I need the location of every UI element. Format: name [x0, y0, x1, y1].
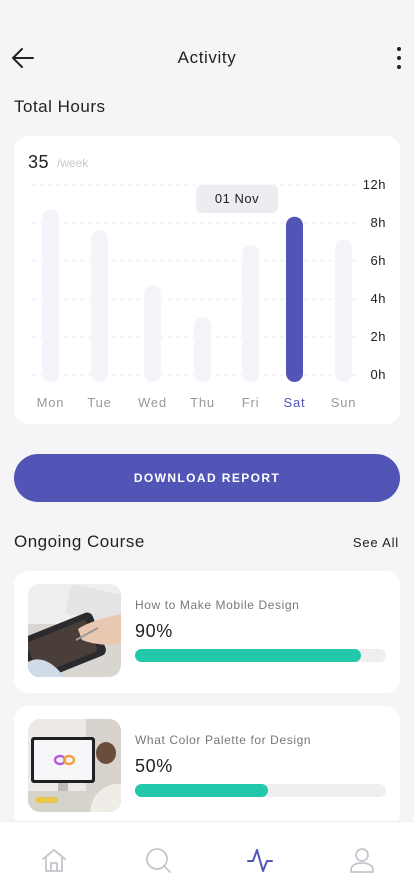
chart-bar — [194, 317, 211, 382]
total-hours-heading: Total Hours — [14, 97, 106, 116]
more-options-button[interactable] — [392, 44, 406, 72]
x-tick-label: Sat — [284, 395, 306, 410]
y-tick-label: 12h — [363, 177, 386, 192]
home-icon — [42, 849, 66, 872]
activity-screen: Activity Total Hours 35 /week Mon Tue Wed T… — [0, 0, 414, 896]
course-progress-percent: 50% — [135, 756, 173, 776]
x-tick-label: Tue — [87, 395, 111, 410]
hours-bar-chart: Mon Tue Wed Thu Fri Sat Sun 0h 2h 4h 6h 8h 12h — [32, 177, 386, 410]
chart-bar — [144, 285, 161, 382]
chart-bar — [335, 239, 352, 382]
hours-chart-card: 35 /week Mon Tue Wed Thu Fri Sat Sun 0h 2h 4h 6h 8h… — [14, 136, 400, 424]
chart-tooltip: 01 Nov — [196, 185, 278, 213]
course-thumbnail-monitor — [28, 719, 121, 812]
x-tick-label: Thu — [190, 395, 215, 410]
chart-bar — [242, 245, 259, 382]
chart-bar — [286, 216, 303, 382]
x-tick-label: Sun — [331, 395, 357, 410]
course-card[interactable]: What Color Palette for Design 50% — [14, 706, 400, 828]
course-progress-fill — [135, 784, 269, 797]
course-title: How to Make Mobile Design — [135, 598, 300, 612]
course-progress-fill — [135, 649, 361, 662]
course-progress-bar — [135, 784, 386, 797]
profile-icon — [350, 848, 374, 873]
nav-search[interactable] — [142, 844, 174, 876]
x-tick-label: Mon — [37, 395, 65, 410]
activity-icon — [247, 849, 273, 872]
y-tick-label: 2h — [371, 329, 386, 344]
top-bar: Activity — [0, 34, 414, 82]
course-card[interactable]: How to Make Mobile Design 90% — [14, 571, 400, 693]
y-tick-label: 6h — [371, 253, 386, 268]
see-all-link[interactable]: See All — [353, 535, 399, 550]
course-title: What Color Palette for Design — [135, 733, 312, 747]
dot — [397, 65, 401, 69]
nav-profile[interactable] — [346, 844, 378, 876]
dot — [397, 56, 401, 60]
y-tick-label: 0h — [371, 367, 386, 382]
chart-bar — [42, 209, 59, 382]
dot — [397, 47, 401, 51]
nav-activity[interactable] — [244, 844, 276, 876]
nav-home[interactable] — [38, 844, 70, 876]
y-tick-label: 8h — [371, 215, 386, 230]
chart-bar — [91, 230, 108, 382]
course-thumbnail-tablet — [28, 584, 121, 677]
bottom-navigation — [0, 822, 414, 896]
download-report-button[interactable]: DOWNLOAD REPORT — [14, 454, 400, 502]
x-tick-label: Fri — [242, 395, 260, 410]
y-tick-label: 4h — [371, 291, 386, 306]
x-tick-label: Wed — [138, 395, 167, 410]
search-icon — [146, 848, 171, 873]
page-title: Activity — [177, 48, 237, 67]
ongoing-course-heading: Ongoing Course — [14, 532, 145, 551]
course-progress-bar — [135, 649, 386, 662]
course-progress-percent: 90% — [135, 621, 173, 641]
